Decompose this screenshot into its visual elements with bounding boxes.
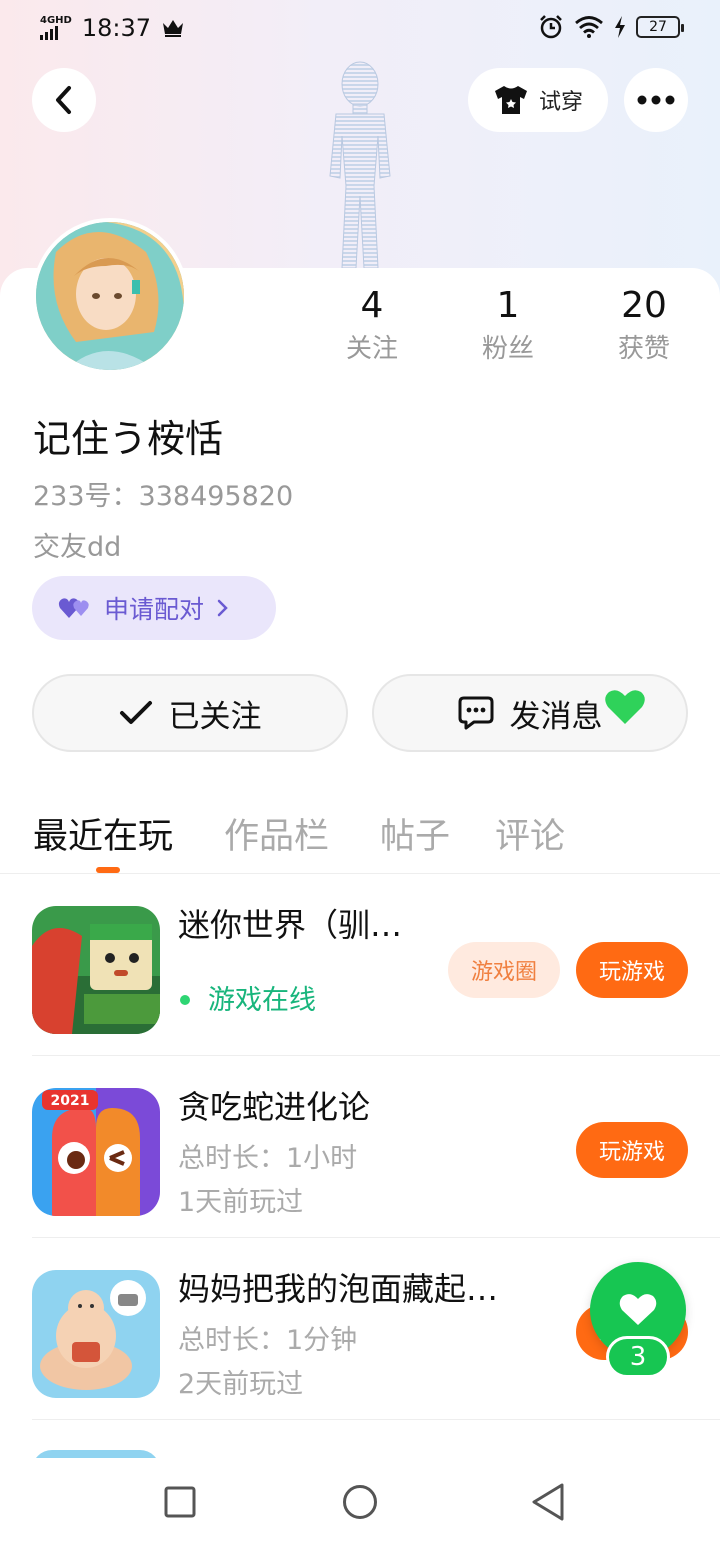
crown-icon <box>163 20 184 37</box>
double-heart-icon <box>58 598 89 618</box>
play-game-button[interactable]: 玩游戏 <box>576 942 688 998</box>
game-circle-button[interactable]: 游戏圈 <box>448 942 560 998</box>
game-title: 贪吃蛇进化论 <box>178 1088 371 1126</box>
try-on-button[interactable]: 试穿 <box>468 68 608 132</box>
check-icon <box>119 701 152 724</box>
stat-likes[interactable]: 20 获赞 <box>584 282 704 368</box>
profile-name: 记住う桉恬 <box>33 417 224 461</box>
heart-icon <box>619 1294 657 1325</box>
avatar[interactable] <box>32 218 188 374</box>
game-item[interactable]: 2021 贪吃蛇进化论 总时长：1小时 1天前玩过 玩游戏 <box>32 1056 720 1238</box>
network-type: 4GHD <box>40 15 72 26</box>
game-duration: 总时长：1小时 <box>178 1143 358 1174</box>
profile-bio: 交友dd <box>33 532 122 563</box>
signal-icon <box>40 26 72 40</box>
try-on-label: 试穿 <box>538 90 583 115</box>
stat-followers-label: 粉丝 <box>481 334 534 364</box>
tab-posts[interactable]: 帖子 <box>380 808 450 859</box>
game-item[interactable]: 迷你世界（驯… 游戏在线 游戏圈 玩游戏 <box>32 874 720 1056</box>
tab-recently-played[interactable]: 最近在玩 <box>33 808 173 859</box>
charging-icon <box>615 16 625 38</box>
online-status-label: 游戏在线 <box>208 985 316 1016</box>
system-navigation-bar <box>0 1458 720 1544</box>
followed-button[interactable]: 已关注 <box>32 674 348 752</box>
play-game-button[interactable]: 玩游戏 <box>576 1122 688 1178</box>
stat-likes-label: 获赞 <box>617 334 670 364</box>
signal-indicator: 4GHD <box>40 16 72 40</box>
game-icon-instant-noodles <box>32 1270 160 1398</box>
stat-followers[interactable]: 1 粉丝 <box>448 282 568 368</box>
request-pair-label: 申请配对 <box>104 595 205 624</box>
back-button[interactable] <box>32 68 96 132</box>
tshirt-icon <box>494 86 527 114</box>
like-count-badge: 3 <box>606 1336 670 1378</box>
game-item-partial[interactable] <box>32 1420 720 1460</box>
home-circle-icon[interactable] <box>342 1484 378 1520</box>
send-message-label: 发消息 <box>509 698 603 735</box>
followed-label: 已关注 <box>168 698 262 735</box>
stat-following-label: 关注 <box>345 334 398 364</box>
game-last-played: 1天前玩过 <box>178 1187 304 1218</box>
game-icon-badge: 2021 <box>51 1093 90 1109</box>
chevron-left-icon <box>56 86 71 114</box>
active-tab-indicator <box>96 867 120 873</box>
back-triangle-icon[interactable] <box>530 1482 566 1522</box>
game-last-played: 2天前玩过 <box>178 1369 304 1400</box>
tab-comments[interactable]: 评论 <box>495 808 565 859</box>
more-options-button[interactable] <box>624 68 688 132</box>
chat-bubble-icon <box>458 696 493 730</box>
game-title: 迷你世界（驯… <box>178 906 403 944</box>
green-heart-icon <box>605 690 645 724</box>
game-title: 妈妈把我的泡面藏起… <box>178 1270 499 1308</box>
wifi-icon <box>575 16 603 38</box>
online-dot-icon <box>180 994 190 1005</box>
stat-followers-value: 1 <box>496 285 520 326</box>
status-time: 18:37 <box>81 14 152 42</box>
profile-id[interactable]: 233号：338495820 <box>33 474 293 513</box>
game-online-status: 游戏在线 <box>178 978 316 1017</box>
profile-tabs: 最近在玩 作品栏 帖子 评论 <box>0 800 720 874</box>
stat-following[interactable]: 4 关注 <box>312 282 432 368</box>
avatar-figure-hologram <box>329 61 391 268</box>
game-duration: 总时长：1分钟 <box>178 1325 358 1356</box>
more-dots-icon <box>637 95 675 105</box>
status-bar: 4GHD 18:37 27 <box>0 0 720 58</box>
battery-indicator: 27 <box>636 16 684 38</box>
request-pair-button[interactable]: 申请配对 <box>32 576 276 640</box>
alarm-icon <box>540 15 562 39</box>
game-icon-mini-world <box>32 906 160 1034</box>
tab-works[interactable]: 作品栏 <box>224 808 329 859</box>
avatar-portrait <box>36 222 184 370</box>
chevron-right-icon <box>217 599 228 617</box>
recents-square-icon[interactable] <box>164 1486 196 1518</box>
stat-following-value: 4 <box>360 285 384 326</box>
game-icon-snake-evolution: 2021 <box>32 1088 160 1216</box>
stat-likes-value: 20 <box>621 285 667 326</box>
